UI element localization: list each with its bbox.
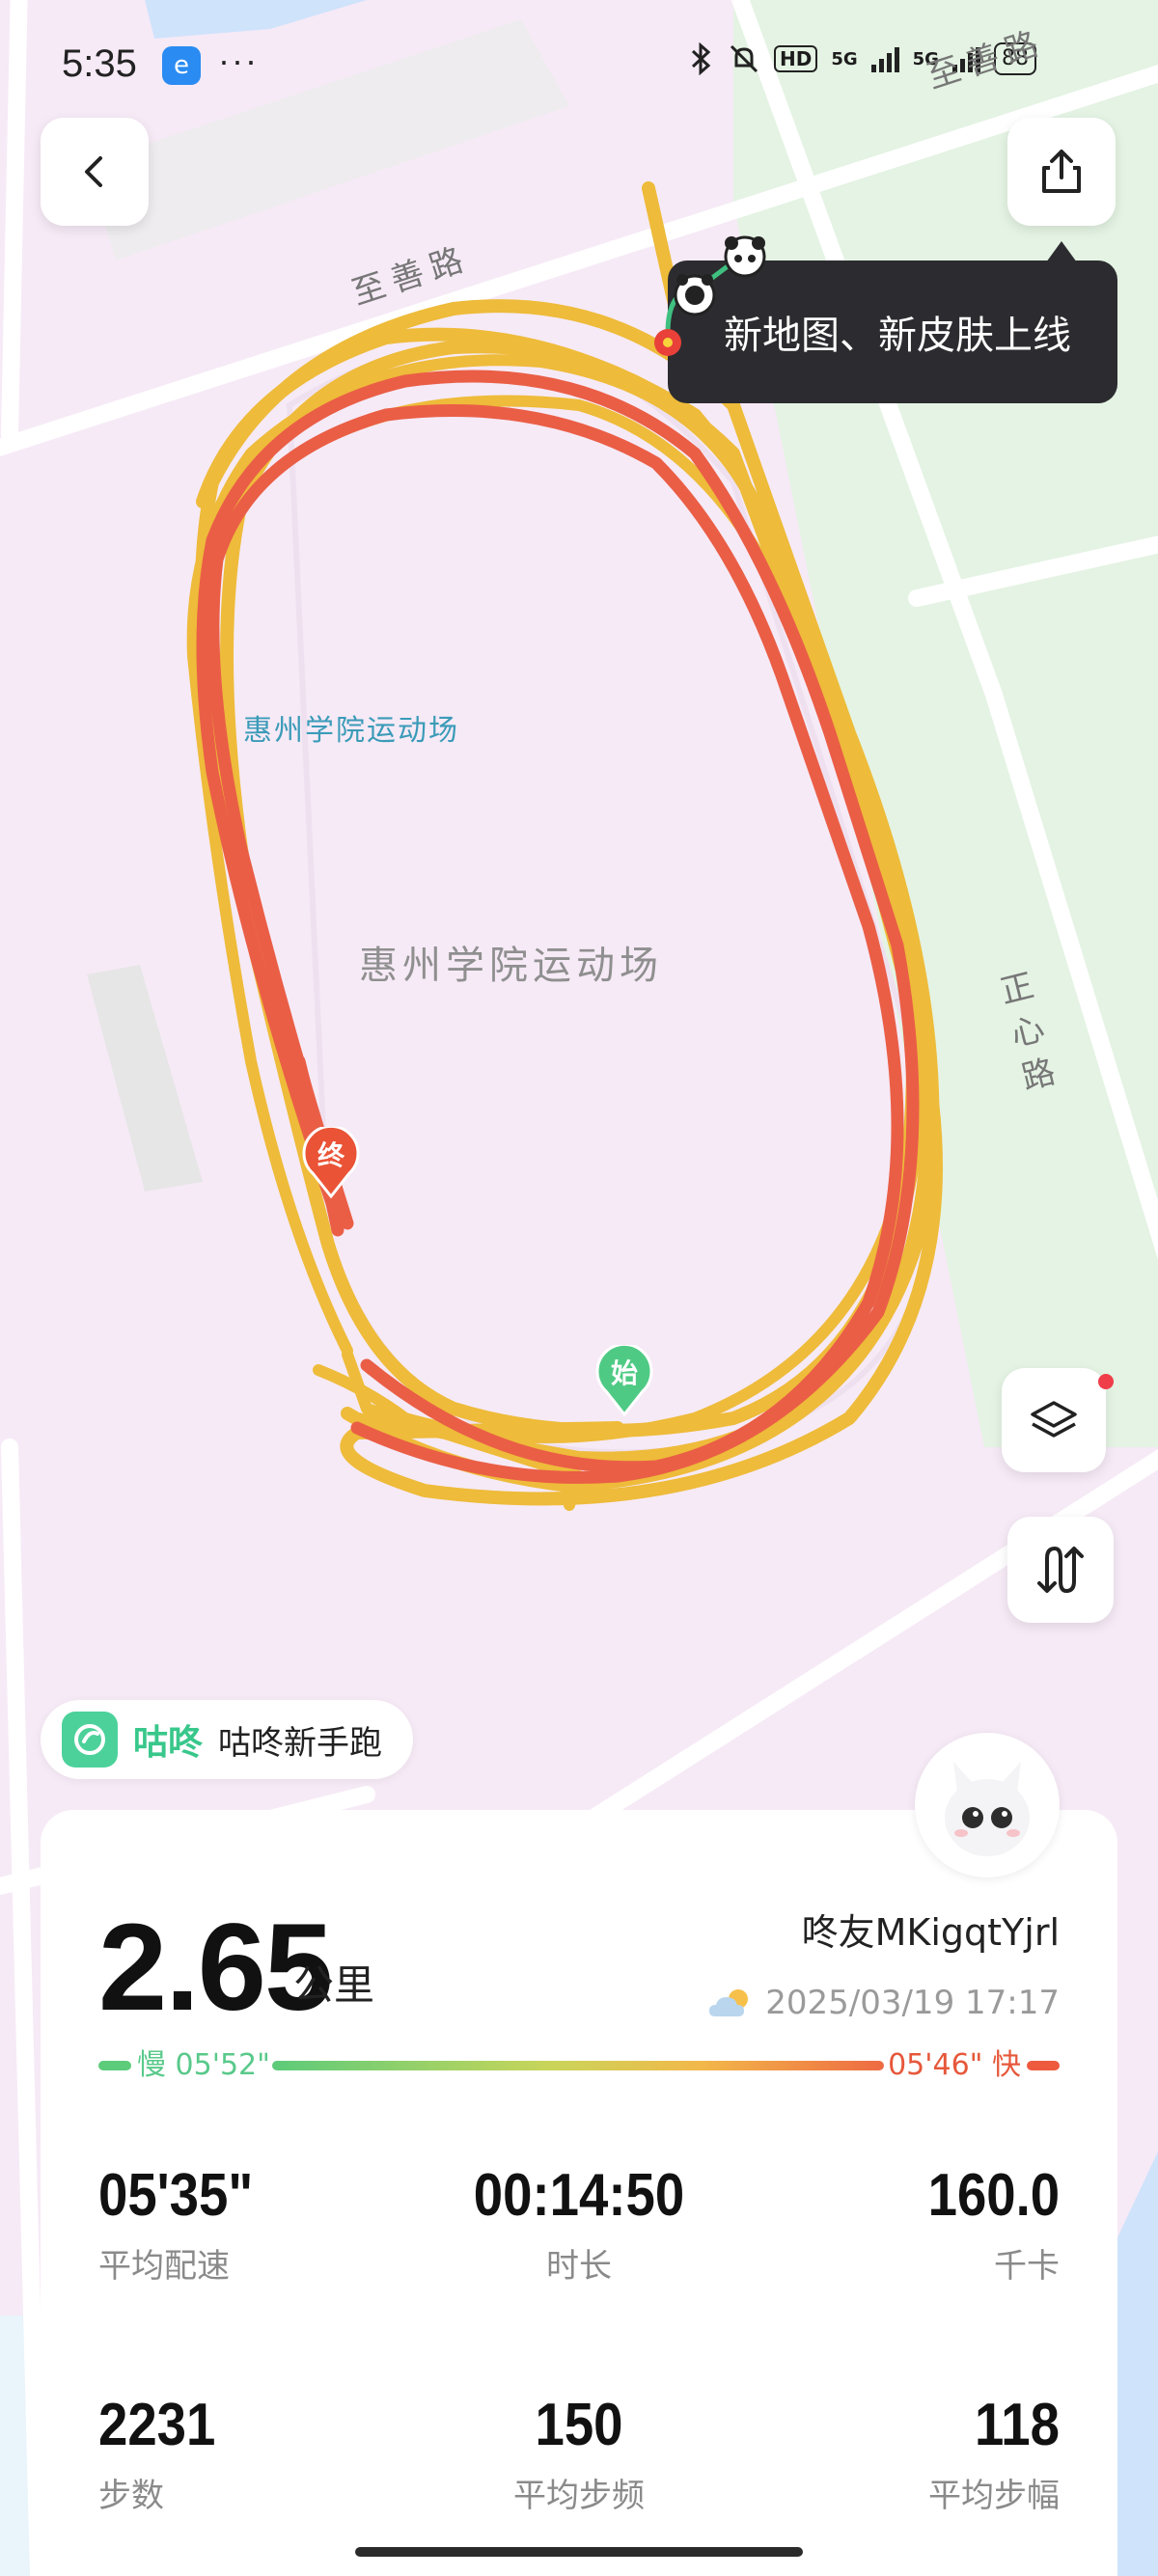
start-marker-label: 始	[610, 1357, 638, 1389]
stat-value: 05'35"	[98, 2162, 254, 2229]
route-playback-icon	[1037, 1546, 1084, 1594]
network-type-1: 5G	[831, 48, 858, 69]
brand-name: 咕咚	[133, 1723, 204, 1763]
brand-pill[interactable]: 咕咚 咕咚新手跑	[41, 1700, 414, 1779]
stat-label: 平均步频	[513, 2477, 645, 2515]
signal-icon	[870, 45, 899, 72]
stat-value: 150	[535, 2392, 623, 2458]
mascot-avatar-icon	[945, 1762, 1030, 1856]
end-marker-label: 终	[317, 1139, 345, 1171]
end-marker[interactable]: 终	[301, 1125, 361, 1199]
stat-value: 118	[974, 2392, 1060, 2458]
share-button[interactable]	[1007, 118, 1116, 226]
workout-date: 2025/03/19 17:17	[707, 1984, 1060, 2022]
panda-flower-decoration-icon	[654, 235, 766, 356]
summary-card: 2.65 公里 咚友MKigqtYjrl 2025/03/19 17:17 慢 …	[41, 1810, 1117, 2576]
workout-datetime: 2025/03/19 17:17	[765, 1984, 1060, 2022]
pace-fast-label: 05'46" 快	[888, 2048, 1021, 2082]
avatar[interactable]	[915, 1733, 1060, 1877]
stat-label: 千卡	[994, 2247, 1060, 2286]
pace-slow-label: 慢 05'52"	[137, 2048, 270, 2082]
stat-label: 步数	[98, 2477, 164, 2515]
layers-icon	[1031, 1401, 1077, 1438]
stat-label: 时长	[546, 2247, 612, 2286]
bluetooth-icon	[691, 42, 711, 75]
home-indicator[interactable]	[355, 2547, 803, 2557]
more-notifications-icon: ···	[218, 41, 259, 80]
stat-stride: 118 平均步幅	[928, 2391, 1060, 2516]
pace-gradient-bar: 慢 05'52" 05'46" 快	[98, 2049, 1060, 2082]
username: 咚友MKigqtYjrl	[801, 1911, 1060, 1954]
route-playback-button[interactable]	[1007, 1517, 1114, 1623]
stat-label: 平均配速	[98, 2247, 230, 2286]
stat-calories: 160.0 千卡	[910, 2161, 1060, 2287]
status-time: 5:35	[62, 42, 137, 85]
start-marker[interactable]: 始	[594, 1343, 654, 1417]
layers-button[interactable]	[1002, 1368, 1106, 1472]
venue-label-small: 惠州学院运动场	[243, 714, 459, 748]
stat-cadence: 150 平均步频	[386, 2391, 772, 2516]
hd-badge: HD	[774, 45, 818, 72]
venue-label-large: 惠州学院运动场	[359, 944, 663, 988]
stat-steps: 2231 步数	[98, 2391, 232, 2516]
stat-avg-pace: 05'35" 平均配速	[98, 2161, 274, 2287]
bell-muted-icon	[730, 44, 758, 73]
partly-cloudy-icon	[709, 1989, 749, 2016]
chevron-left-icon	[85, 156, 102, 187]
stat-value: 00:14:50	[473, 2162, 685, 2229]
back-button[interactable]	[41, 118, 149, 226]
app-badge-icon: e	[162, 46, 201, 85]
tooltip-arrow	[1046, 241, 1077, 262]
stat-label: 平均步幅	[928, 2477, 1060, 2515]
distance-unit: 公里	[293, 1961, 375, 2009]
stat-duration: 00:14:50 时长	[386, 2161, 772, 2287]
stat-value: 2231	[98, 2392, 216, 2458]
codoon-logo-icon	[62, 1712, 118, 1768]
pace-fast-cap	[1027, 2061, 1060, 2070]
share-icon	[1042, 150, 1081, 193]
layers-notification-dot	[1098, 1374, 1114, 1389]
pace-gradient	[272, 2061, 884, 2070]
brand-subtitle: 咕咚新手跑	[218, 1723, 383, 1763]
stat-value: 160.0	[927, 2162, 1060, 2229]
pace-slow-cap	[98, 2061, 131, 2070]
